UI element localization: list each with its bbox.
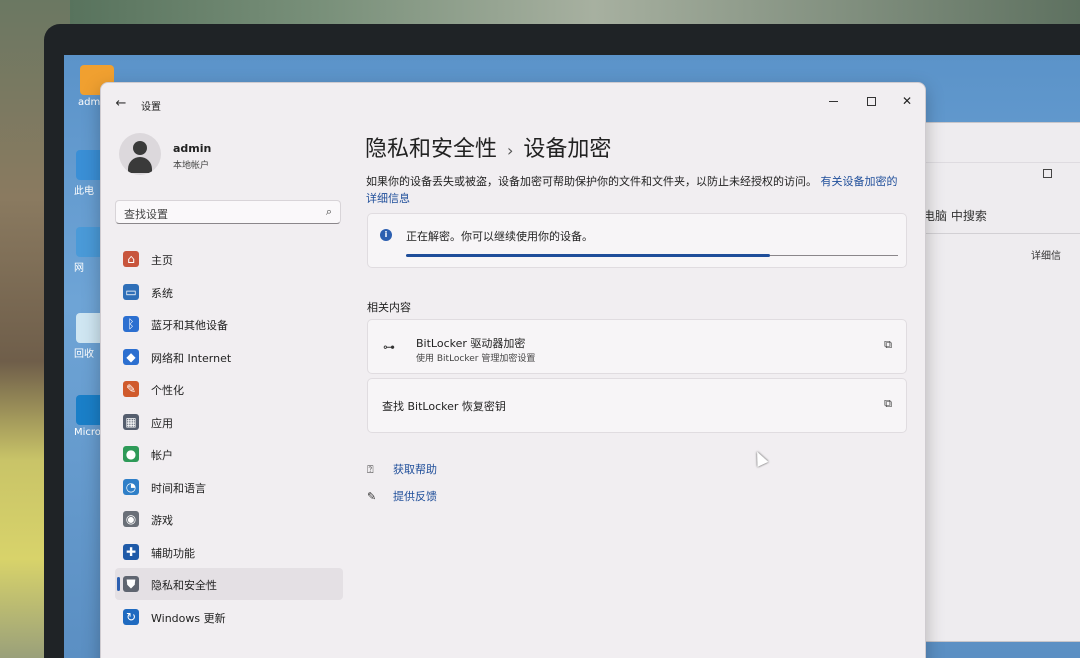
profile-account-type: 本地帐户 bbox=[173, 161, 210, 171]
mouse-cursor bbox=[751, 449, 769, 467]
sidebar-nav: ⌂ 主页 ▭ 系统 ᛒ 蓝牙和其他设备 ◆ 网络和 Internet ✎ 个性化 ▦ 应用 ● 帐户 ◔ 时间… bbox=[115, 243, 345, 633]
sidebar-item[interactable]: ◔ 时间和语言 bbox=[115, 471, 343, 503]
sidebar-item-label: 网络和 Internet bbox=[151, 351, 232, 365]
info-icon: i bbox=[380, 229, 392, 241]
help-icon: ⍰ bbox=[367, 463, 374, 476]
background-window-search-text[interactable]: 电脑 中搜索 bbox=[923, 207, 987, 224]
avatar-body bbox=[128, 157, 152, 173]
bitlocker-subtitle: 使用 BitLocker 管理加密设置 bbox=[416, 354, 536, 364]
sidebar-item[interactable]: ● 帐户 bbox=[115, 438, 343, 470]
sidebar-item[interactable]: ✚ 辅助功能 bbox=[115, 536, 343, 568]
bitlocker-drive-encryption-link[interactable]: ⊶ BitLocker 驱动器加密 使用 BitLocker 管理加密设置 ⧉ bbox=[367, 319, 907, 374]
related-section-label: 相关内容 bbox=[367, 301, 411, 314]
breadcrumb-parent[interactable]: 隐私和安全性 bbox=[365, 137, 497, 162]
sidebar-item[interactable]: ◆ 网络和 Internet bbox=[115, 341, 343, 373]
status-text: 正在解密。你可以继续使用你的设备。 bbox=[406, 230, 593, 243]
sidebar-item-label: 应用 bbox=[151, 416, 173, 430]
sidebar-item-label: 个性化 bbox=[151, 384, 184, 397]
sidebar-item-label: 游戏 bbox=[151, 514, 173, 527]
maximize-icon bbox=[866, 97, 876, 106]
breadcrumb-separator: › bbox=[507, 140, 514, 160]
desktop-icon-label: adm bbox=[78, 97, 101, 108]
page-title: 设备加密 bbox=[523, 137, 612, 162]
profile-name: admin bbox=[173, 142, 212, 155]
wifi-icon: ◆ bbox=[123, 348, 139, 365]
update-icon: ↻ bbox=[123, 608, 139, 625]
avatar bbox=[119, 133, 161, 175]
background-window-titlebar bbox=[901, 123, 1080, 163]
background-window-details-button[interactable]: 详细信 bbox=[1031, 247, 1061, 262]
sidebar-item-label: 隐私和安全性 bbox=[151, 579, 217, 592]
sidebar-item-label: 辅助功能 bbox=[151, 546, 195, 560]
title-bar: ← 设置 ✕ bbox=[101, 83, 925, 127]
feedback-link[interactable]: ✎ 提供反馈 bbox=[367, 488, 437, 504]
sidebar-item[interactable]: ⌂ 主页 bbox=[115, 243, 343, 275]
minimize-icon bbox=[828, 101, 838, 102]
description-text: 如果你的设备丢失或被盗，设备加密可帮助保护你的文件和文件夹，以防止未经授权的访问… bbox=[366, 175, 817, 188]
globe-clock-icon: ◔ bbox=[123, 478, 139, 495]
sidebar-item-label: 蓝牙和其他设备 bbox=[151, 319, 228, 332]
get-help-link[interactable]: ⍰ 获取帮助 bbox=[367, 461, 437, 477]
home-icon: ⌂ bbox=[123, 251, 139, 267]
settings-window: ← 设置 ✕ admin 本地帐户 查找设置 ⌕ ⌂ 主页 ▭ 系统 ᛒ 蓝牙和其他设备 ◆… bbox=[100, 82, 926, 658]
monitor-icon: ▭ bbox=[123, 283, 139, 300]
desktop-icon-label: 此电 bbox=[74, 186, 94, 197]
progress-bar bbox=[406, 254, 771, 257]
bitlocker-title: BitLocker 驱动器加密 bbox=[416, 337, 526, 350]
sidebar-item-label: 时间和语言 bbox=[151, 481, 206, 495]
sidebar-item-label: 帐户 bbox=[151, 449, 173, 462]
close-icon: ✕ bbox=[901, 94, 913, 108]
sidebar-item-label: 系统 bbox=[151, 286, 173, 300]
search-placeholder: 查找设置 bbox=[124, 208, 168, 221]
sidebar-item[interactable]: ▦ 应用 bbox=[115, 406, 343, 438]
feedback-icon: ✎ bbox=[367, 490, 377, 503]
get-help-label: 获取帮助 bbox=[393, 463, 437, 476]
sidebar-item[interactable]: ⛊ 隐私和安全性 bbox=[115, 568, 343, 600]
gamepad-icon: ◉ bbox=[123, 511, 139, 527]
bluetooth-icon: ᛒ bbox=[123, 316, 139, 332]
background-window[interactable]: 电脑 中搜索 详细信 bbox=[900, 122, 1080, 642]
back-arrow-icon[interactable]: ← bbox=[113, 96, 129, 112]
maximize-button[interactable] bbox=[853, 87, 889, 115]
feedback-label: 提供反馈 bbox=[393, 490, 437, 503]
sidebar-item[interactable]: ↻ Windows 更新 bbox=[115, 601, 343, 633]
sidebar-item-label: Windows 更新 bbox=[151, 611, 226, 625]
maximize-icon[interactable] bbox=[1043, 169, 1052, 178]
sidebar-item[interactable]: ᛒ 蓝牙和其他设备 bbox=[115, 308, 343, 340]
accessibility-icon: ✚ bbox=[123, 543, 139, 560]
sidebar-item[interactable]: ▭ 系统 bbox=[115, 276, 343, 308]
user-profile[interactable]: admin 本地帐户 bbox=[119, 133, 339, 179]
app-title: 设置 bbox=[141, 102, 161, 113]
person-icon: ● bbox=[123, 446, 139, 462]
breadcrumb: 隐私和安全性 › 设备加密 bbox=[365, 131, 611, 163]
minimize-button[interactable] bbox=[815, 87, 851, 115]
close-button[interactable]: ✕ bbox=[889, 87, 925, 115]
divider bbox=[923, 233, 1080, 234]
avatar-head bbox=[133, 141, 147, 155]
apps-icon: ▦ bbox=[123, 413, 139, 430]
key-icon: ⊶ bbox=[383, 340, 395, 354]
recovery-title: 查找 BitLocker 恢复密钥 bbox=[382, 400, 506, 413]
brush-icon: ✎ bbox=[123, 381, 139, 397]
page-description: 如果你的设备丢失或被盗，设备加密可帮助保护你的文件和文件夹，以防止未经授权的访问… bbox=[366, 173, 906, 207]
sidebar-item-label: 主页 bbox=[151, 254, 173, 267]
sidebar-item[interactable]: ✎ 个性化 bbox=[115, 373, 343, 405]
search-icon: ⌕ bbox=[325, 205, 332, 218]
sidebar-item[interactable]: ◉ 游戏 bbox=[115, 503, 343, 535]
desktop-icon-label: 回收 bbox=[74, 349, 94, 360]
desktop-icon-label: 网 bbox=[74, 263, 84, 274]
bitlocker-recovery-key-link[interactable]: 查找 BitLocker 恢复密钥 ⧉ bbox=[367, 378, 907, 433]
external-link-icon: ⧉ bbox=[884, 397, 892, 410]
encryption-status-card: i 正在解密。你可以继续使用你的设备。 bbox=[367, 213, 907, 268]
external-link-icon: ⧉ bbox=[884, 338, 892, 351]
search-input[interactable]: 查找设置 ⌕ bbox=[115, 200, 341, 224]
shield-icon: ⛊ bbox=[123, 576, 139, 592]
